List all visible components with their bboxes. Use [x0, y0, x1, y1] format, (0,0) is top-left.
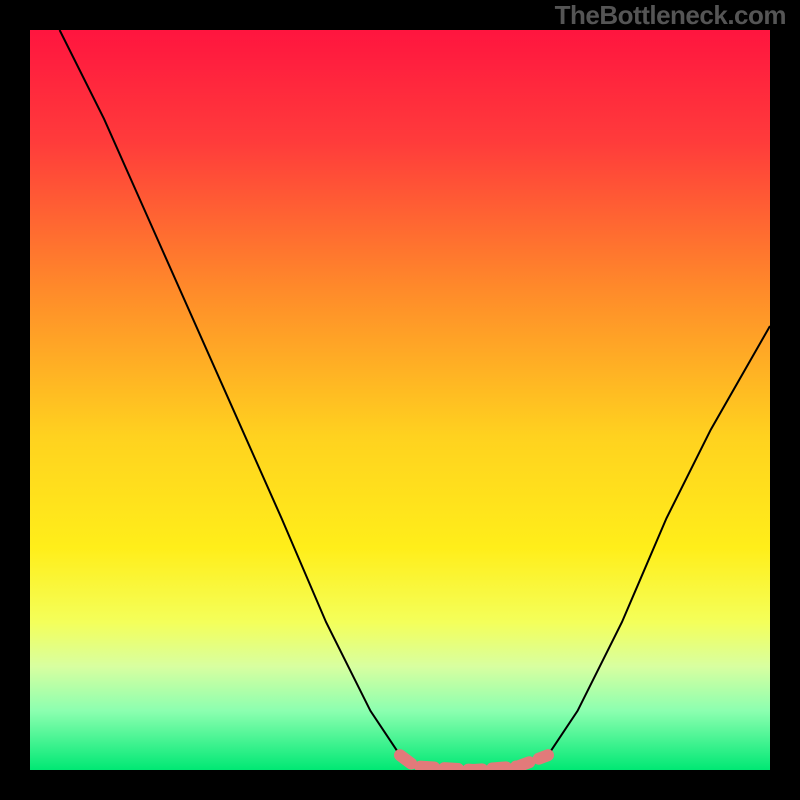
chart-stage: TheBottleneck.com [0, 0, 800, 800]
plot-area [30, 30, 770, 770]
right-curve-path [548, 326, 770, 755]
curve-layer [30, 30, 770, 770]
watermark-text: TheBottleneck.com [555, 0, 786, 31]
bottom-marker-path [400, 755, 548, 770]
left-curve-path [60, 30, 400, 755]
